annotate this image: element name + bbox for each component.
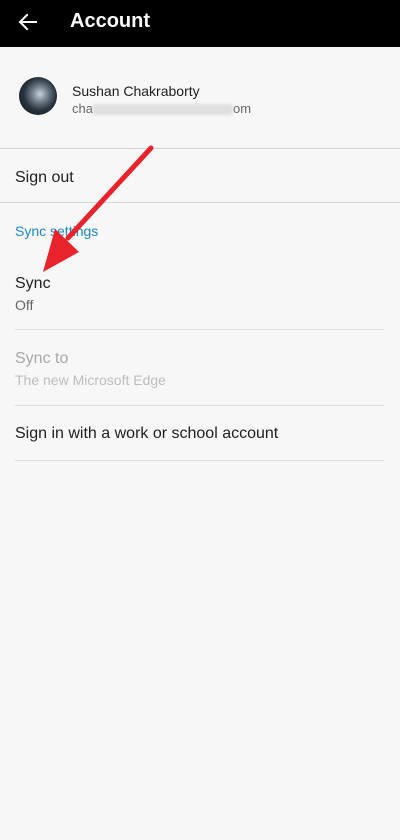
sync-to-title: Sync to — [15, 350, 69, 367]
sign-out-button[interactable]: Sign out — [0, 149, 400, 202]
app-bar: Account — [0, 0, 400, 47]
divider — [0, 202, 400, 203]
sync-settings-header: Sync settings — [15, 223, 99, 239]
sync-to-row: Sync to The new Microsoft Edge — [0, 330, 400, 405]
sync-setting-row[interactable]: Sync Off — [0, 264, 400, 330]
profile-email-suffix: om — [232, 101, 252, 116]
profile-email-prefix: cha — [72, 101, 93, 116]
sync-title: Sync — [15, 275, 51, 292]
work-school-account-label: Sign in with a work or school account — [15, 425, 279, 442]
email-redaction — [92, 104, 233, 116]
divider — [15, 460, 384, 461]
work-school-account-button[interactable]: Sign in with a work or school account — [0, 406, 400, 460]
back-button[interactable] — [8, 4, 48, 40]
sync-value: Off — [15, 297, 34, 313]
profile-email: cha om — [72, 101, 251, 117]
profile-name: Sushan Chakraborty — [72, 83, 200, 99]
sync-to-value: The new Microsoft Edge — [15, 372, 166, 388]
account-profile: Sushan Chakraborty cha om — [0, 47, 400, 148]
back-arrow-icon — [18, 13, 37, 31]
avatar — [19, 77, 57, 115]
sign-out-label: Sign out — [15, 169, 74, 186]
page-title: Account — [70, 10, 150, 32]
